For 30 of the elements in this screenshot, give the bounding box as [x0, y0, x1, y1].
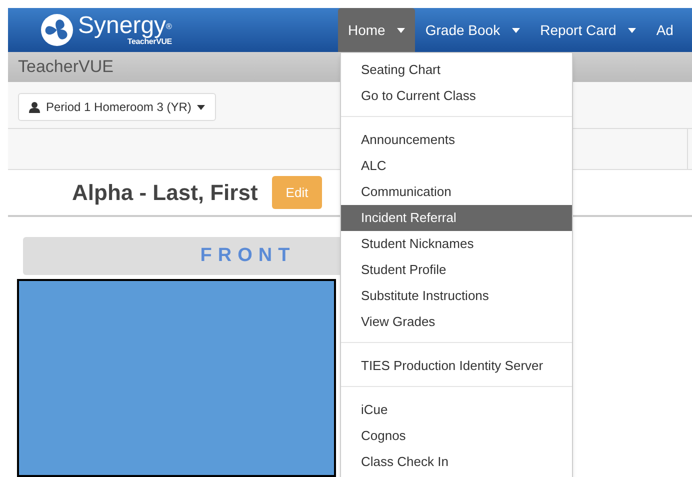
- logo-title: Synergy$^{®}$: [78, 14, 172, 38]
- caret-icon: [197, 104, 206, 110]
- menu-item[interactable]: Go to Current Class: [341, 83, 572, 109]
- app-title: TeacherVUE: [18, 56, 114, 78]
- class-dropdown[interactable]: Period 1 Homeroom 3 (YR): [18, 93, 216, 121]
- caret-icon: [628, 28, 636, 32]
- menu-item[interactable]: ALC: [341, 153, 572, 179]
- nav-tab[interactable]: Report Card: [530, 8, 646, 52]
- menu-item[interactable]: iCue: [341, 397, 572, 423]
- logo-icon: [40, 13, 74, 47]
- menu-item[interactable]: Announcements: [341, 127, 572, 153]
- menu-item[interactable]: Cognos: [341, 423, 572, 449]
- front-label: FRONT: [199, 244, 296, 268]
- person-icon: [29, 102, 40, 112]
- menu-item[interactable]: View Grades: [341, 309, 572, 335]
- menu-item[interactable]: Student Profile: [341, 257, 572, 283]
- caret-icon: [397, 28, 406, 32]
- nav-tab[interactable]: Ad: [646, 8, 684, 52]
- menu-item[interactable]: TIES Production Identity Server: [341, 353, 572, 379]
- menu-item[interactable]: Class Check In: [341, 449, 572, 475]
- menu-item[interactable]: Communication: [341, 179, 572, 205]
- menu-item[interactable]: Student Nicknames: [341, 231, 572, 257]
- menu-item[interactable]: Substitute Instructions: [341, 283, 572, 309]
- caret-icon: [512, 28, 520, 32]
- logo-subtitle: TeacherVUE: [127, 38, 172, 46]
- menu-item[interactable]: Incident Referral: [341, 205, 572, 231]
- nav-tab[interactable]: Home: [338, 8, 416, 52]
- student-name: Alpha - Last, First: [72, 179, 258, 207]
- nav-tab[interactable]: Grade Book: [415, 8, 530, 52]
- menu-item[interactable]: Seating Chart: [341, 57, 572, 83]
